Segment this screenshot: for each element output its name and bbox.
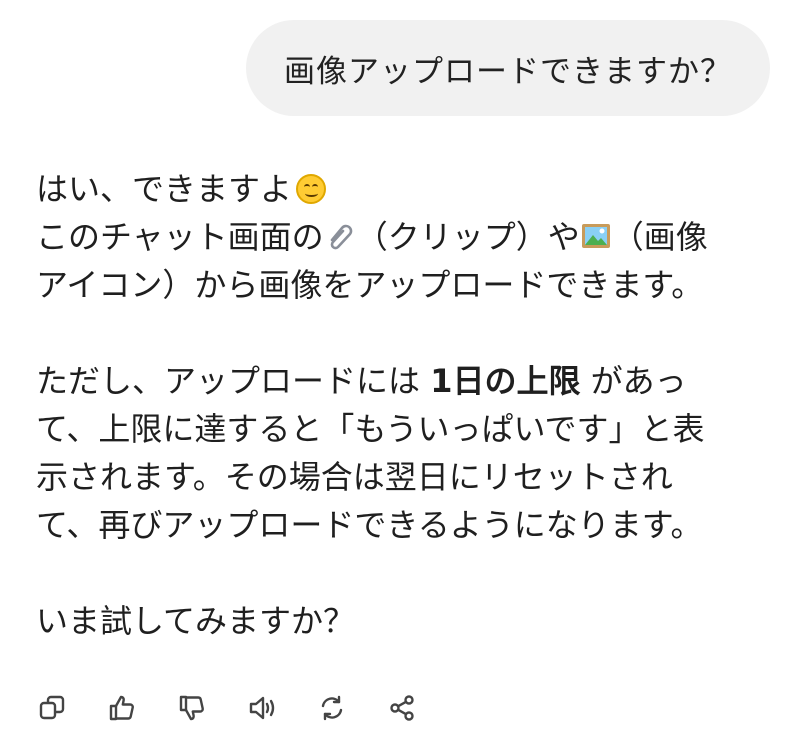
bold-text: 1日の上限 <box>430 362 581 400</box>
share-button[interactable] <box>382 688 422 728</box>
thumbs-up-icon <box>109 695 134 721</box>
copy-icon <box>39 695 65 720</box>
speaker-icon <box>249 696 275 720</box>
message-actions <box>32 688 452 728</box>
text-span: （画像 <box>611 218 708 256</box>
text-line: ただし、アップロードには 1日の上限 があっ <box>36 357 776 405</box>
share-icon <box>390 695 414 721</box>
regenerate-button[interactable] <box>312 688 352 728</box>
text-line: 示されます。その場合は翌日にリセットされ <box>36 458 673 496</box>
text-span: はい、できますよ <box>36 170 293 208</box>
copy-button[interactable] <box>32 688 72 728</box>
text-span: があっ <box>580 362 687 400</box>
chat-thread: 画像アップロードできますか？ はい、できますよ このチャット画面の （クリップ）や… <box>0 0 800 744</box>
text-line: いま試してみますか？ <box>36 602 356 640</box>
thumbs-down-button[interactable] <box>172 688 212 728</box>
assistant-paragraph-2: ただし、アップロードには 1日の上限 があっ て、上限に達すると「もういっぱいで… <box>36 357 776 549</box>
paperclip-icon <box>330 224 352 250</box>
assistant-paragraph-3: いま試してみますか？ <box>36 597 776 645</box>
refresh-icon <box>321 695 343 721</box>
smiling-face-icon <box>296 174 327 204</box>
text-line: このチャット画面の （クリップ）や （画像 <box>36 213 776 261</box>
assistant-paragraph-1: はい、できますよ このチャット画面の （クリップ）や （画像 アイコン）から画像をア… <box>36 165 776 309</box>
thumbs-up-button[interactable] <box>102 688 142 728</box>
text-span: （クリップ）や <box>355 218 580 256</box>
text-line: アイコン）から画像をアップロードできます。 <box>36 266 704 304</box>
read-aloud-button[interactable] <box>242 688 282 728</box>
user-message-text: 画像アップロードできますか？ <box>284 53 732 90</box>
assistant-message: はい、できますよ このチャット画面の （クリップ）や （画像 アイコン）から画像をア… <box>36 165 776 645</box>
thumbs-down-icon <box>179 695 204 721</box>
text-line: て、上限に達すると「もういっぱいです」と表 <box>36 410 705 448</box>
user-message-bubble: 画像アップロードできますか？ <box>246 20 770 116</box>
framed-picture-icon <box>581 224 610 248</box>
text-line: て、再びアップロードできるようになります。 <box>36 506 703 544</box>
text-span: ただし、アップロードには <box>36 362 431 400</box>
text-span: このチャット画面の <box>36 218 324 256</box>
text-line: はい、できますよ <box>36 165 776 213</box>
